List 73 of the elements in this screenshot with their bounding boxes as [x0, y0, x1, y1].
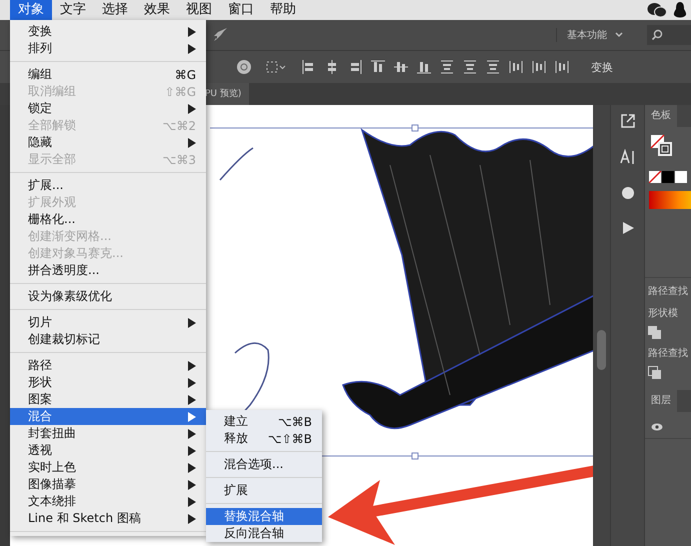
chat-icon[interactable]	[647, 2, 667, 18]
menu-item[interactable]: 文本绕排	[10, 493, 206, 510]
layers-tab[interactable]: 图层	[645, 390, 678, 412]
menu-item[interactable]: 替换混合轴	[206, 508, 322, 525]
blend-spine-curve	[219, 147, 254, 180]
menu-item[interactable]: 建立 ⌥⌘B	[206, 413, 322, 430]
menubar-item[interactable]: 文字	[52, 0, 94, 20]
menu-item[interactable]: 变换	[10, 23, 206, 40]
menu-item[interactable]: 实时上色	[10, 459, 206, 476]
menu-item[interactable]: 图像描摹	[10, 476, 206, 493]
swatches-tab[interactable]: 色板	[645, 105, 678, 127]
menubar-item[interactable]: 帮助	[262, 0, 304, 20]
unite-icon[interactable]	[648, 326, 662, 340]
pathfinders-label: 路径查找	[648, 346, 688, 360]
align-center-icon[interactable]	[325, 60, 339, 74]
rocket-icon[interactable]	[212, 27, 228, 43]
distribute-center-icon[interactable]	[532, 60, 546, 74]
chevron-down-icon	[615, 32, 623, 38]
submenu-arrow-icon	[188, 318, 196, 328]
submenu-arrow-icon	[188, 104, 196, 114]
menu-item[interactable]: 路径	[10, 357, 206, 374]
globe-icon[interactable]	[236, 59, 252, 75]
menu-item[interactable]: 设为像素级优化	[10, 288, 206, 305]
swatch-row[interactable]	[649, 171, 690, 183]
menu-item[interactable]: 栅格化...	[10, 211, 206, 228]
distribute-middle-icon[interactable]	[463, 60, 477, 74]
shape-modes-label: 形状模	[648, 306, 680, 320]
align-top-icon[interactable]	[371, 60, 385, 74]
menubar-item[interactable]: 视图	[178, 0, 220, 20]
menu-item[interactable]: 拼合透明度...	[10, 262, 206, 279]
distribute-top-icon[interactable]	[440, 60, 454, 74]
sun-icon[interactable]	[620, 185, 636, 201]
export-icon[interactable]	[620, 113, 636, 129]
distribute-bottom-icon[interactable]	[486, 60, 500, 74]
align-left-icon[interactable]	[302, 60, 316, 74]
scrollbar-thumb[interactable]	[597, 330, 606, 370]
menu-item[interactable]: 创建裁切标记	[10, 331, 206, 348]
menu-item[interactable]: 透视	[10, 442, 206, 459]
align-right-icon[interactable]	[348, 60, 362, 74]
menu-item[interactable]: 编组 ⌘G	[10, 66, 206, 83]
panel-title: 路径查找	[648, 286, 688, 297]
menu-item[interactable]: 切片	[10, 314, 206, 331]
align-bottom-icon[interactable]	[417, 60, 431, 74]
menubar-item[interactable]: 对象	[10, 0, 52, 20]
distribute-left-icon[interactable]	[509, 60, 523, 74]
selection-handle	[411, 452, 418, 460]
distribute-right-icon[interactable]	[555, 60, 569, 74]
divide-icon[interactable]	[648, 366, 662, 380]
eye-icon[interactable]	[651, 423, 664, 431]
menu-item[interactable]: 混合选项...	[206, 456, 322, 473]
submenu-arrow-icon	[188, 138, 196, 148]
search-icon	[651, 29, 665, 41]
menu-item[interactable]: 反向混合轴	[206, 525, 322, 542]
menu-item[interactable]: 扩展	[206, 482, 322, 499]
color-spectrum[interactable]	[649, 191, 691, 209]
menu-item[interactable]: 扩展...	[10, 177, 206, 194]
menu-item[interactable]: 释放 ⌥⇧⌘B	[206, 430, 322, 447]
penguin-icon[interactable]	[673, 2, 687, 18]
menubar-item[interactable]: 选择	[94, 0, 136, 20]
menu-item[interactable]: 隐藏	[10, 134, 206, 151]
menubar-item[interactable]: 窗口	[220, 0, 262, 20]
selection-handle	[411, 124, 418, 132]
menubar-item[interactable]: 效果	[136, 0, 178, 20]
transform-link[interactable]: 变换	[591, 60, 613, 74]
search-field[interactable]	[647, 25, 691, 45]
workspace-dropdown[interactable]: 基本功能	[556, 28, 633, 42]
menu-item[interactable]: 形状	[10, 374, 206, 391]
text-cursor-icon[interactable]	[620, 149, 636, 165]
align-middle-icon[interactable]	[394, 60, 408, 74]
play-icon[interactable]	[620, 221, 635, 235]
selection-frame-icon[interactable]	[266, 60, 288, 74]
menu-item[interactable]: 混合	[10, 408, 206, 425]
menu-item[interactable]: 封套扭曲	[10, 425, 206, 442]
